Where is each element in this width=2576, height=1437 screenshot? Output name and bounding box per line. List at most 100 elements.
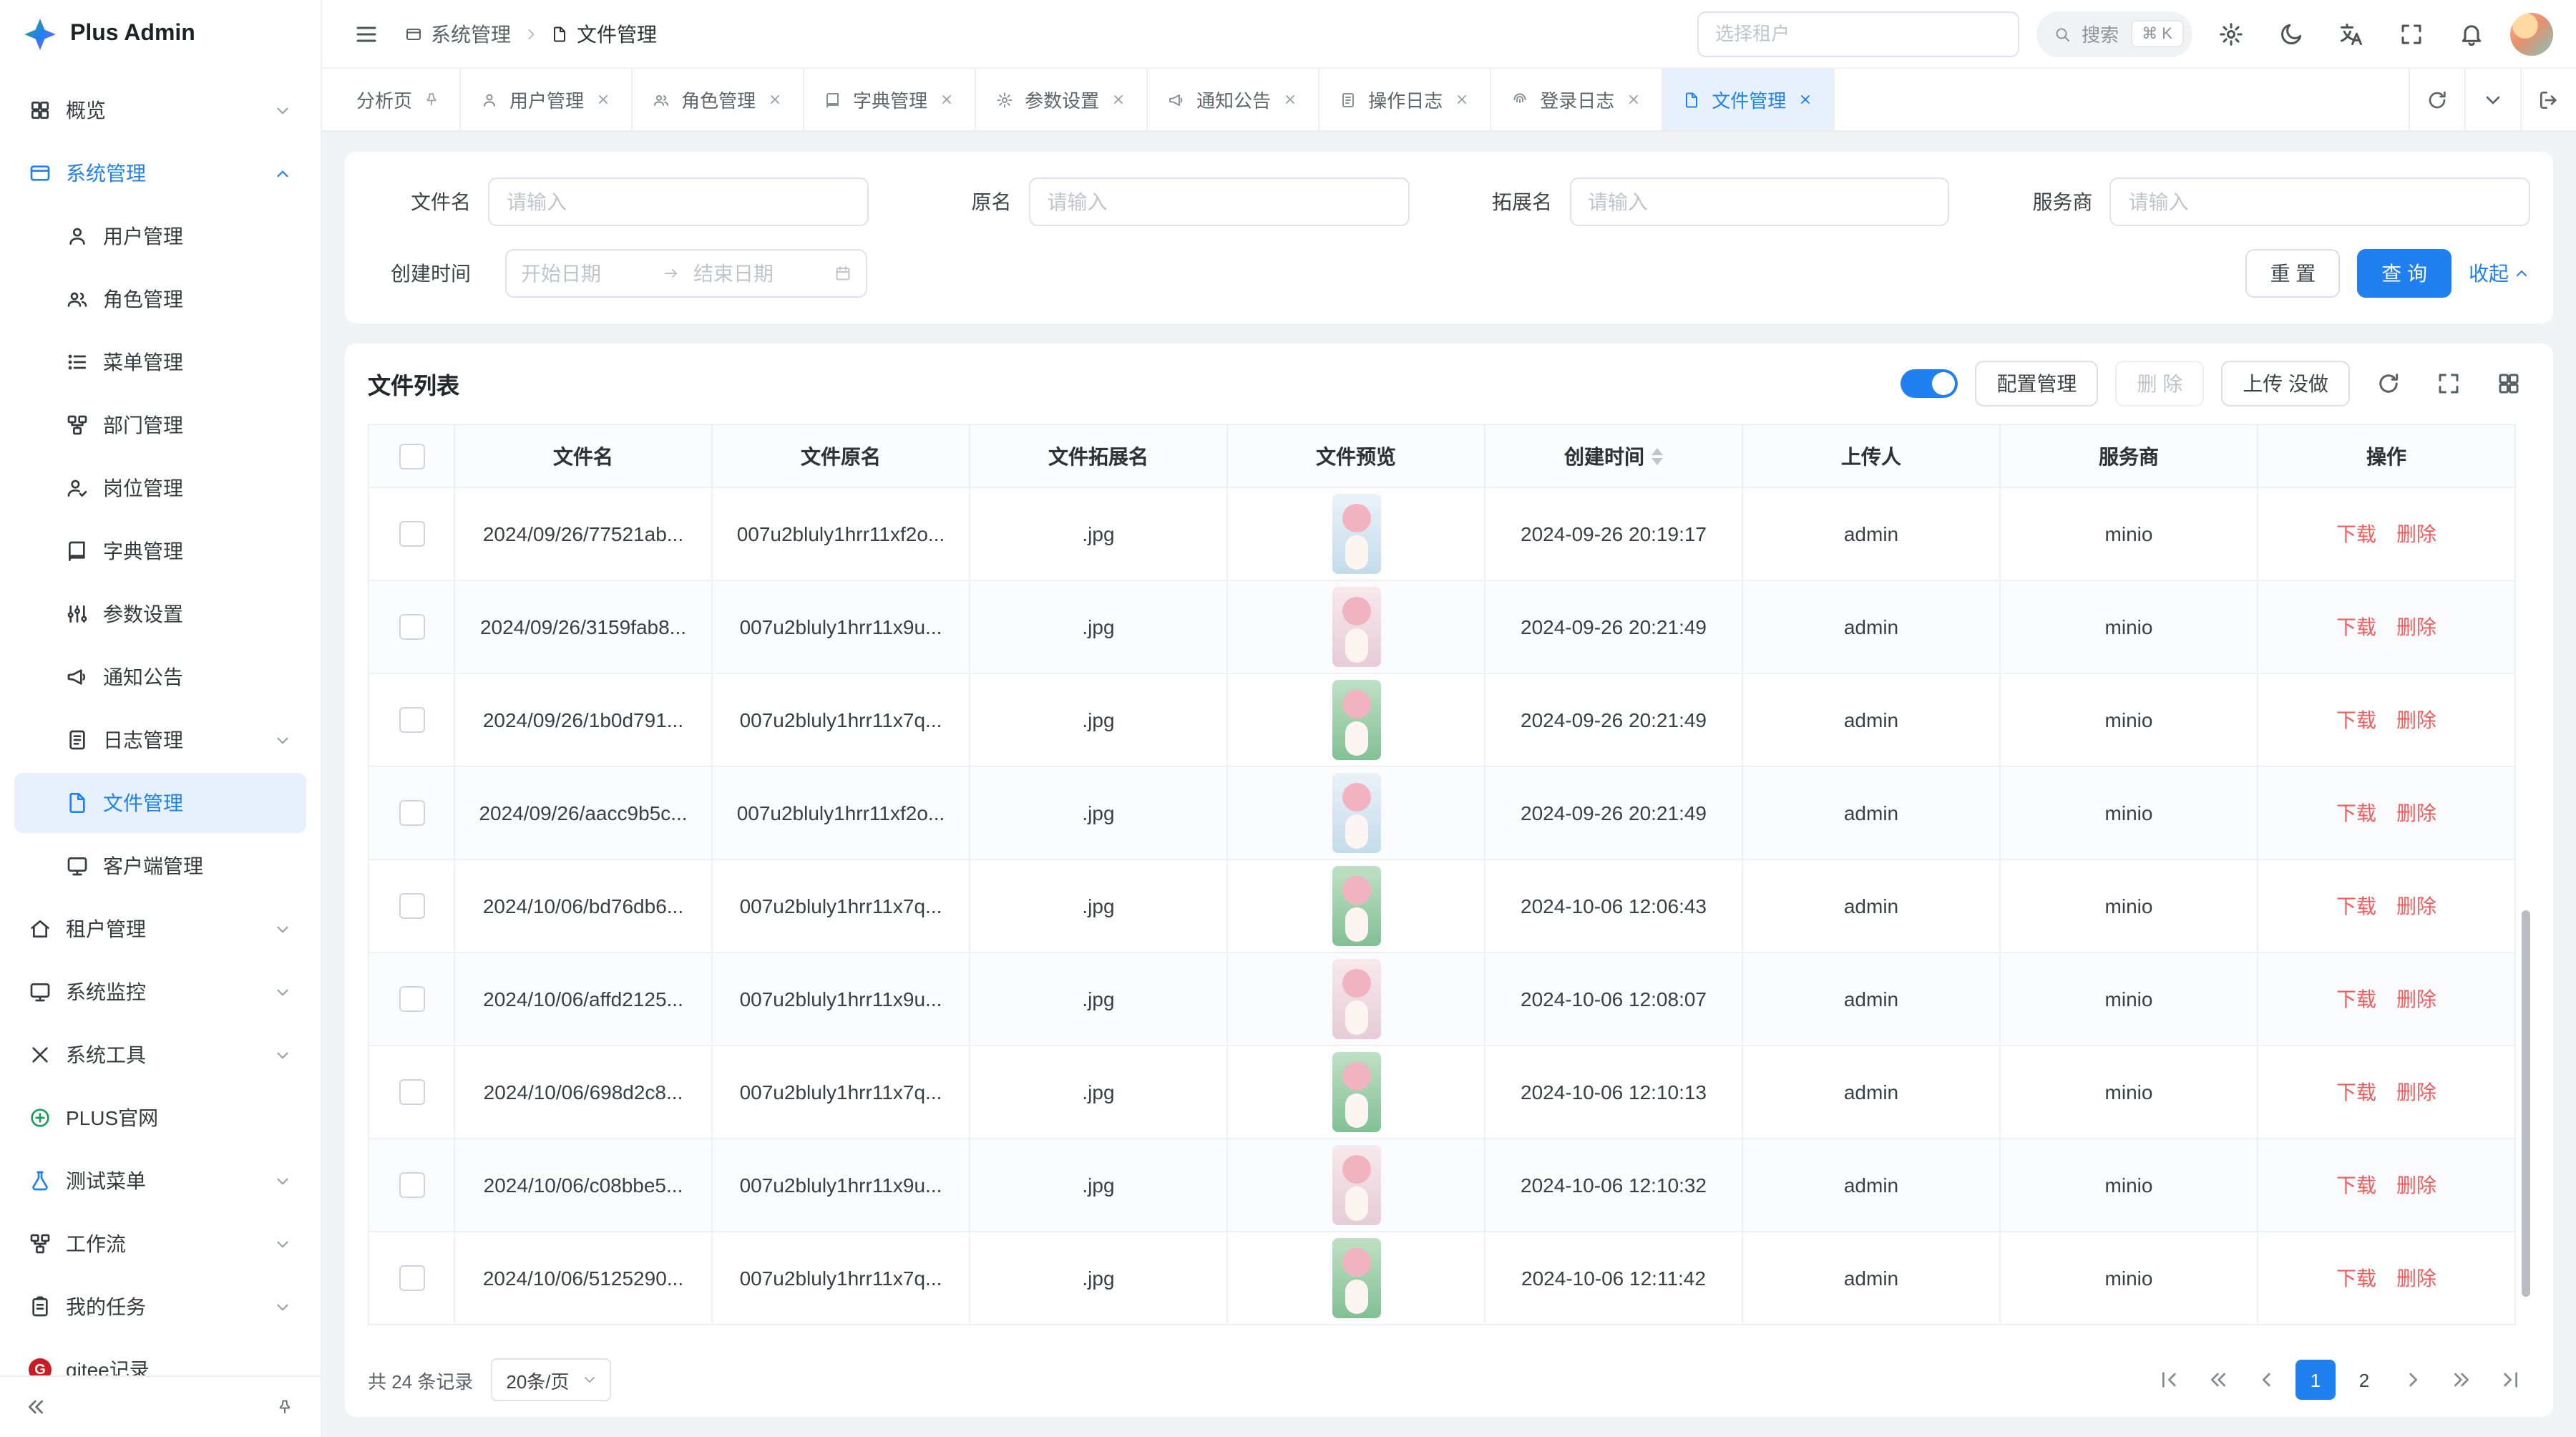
row-checkbox[interactable] bbox=[399, 1079, 424, 1105]
sidebar-item-notice[interactable]: 通知公告 bbox=[14, 647, 306, 707]
delete-link[interactable]: 删除 bbox=[2396, 1174, 2436, 1197]
delete-link[interactable]: 删除 bbox=[2396, 802, 2436, 824]
row-checkbox[interactable] bbox=[399, 614, 424, 640]
close-icon[interactable] bbox=[1797, 92, 1813, 107]
download-link[interactable]: 下载 bbox=[2336, 988, 2376, 1010]
select-all-checkbox[interactable] bbox=[399, 443, 424, 469]
sidebar-item-my-tasks[interactable]: 我的任务 bbox=[14, 1277, 306, 1337]
delete-link[interactable]: 删除 bbox=[2396, 1267, 2436, 1290]
pin-sidebar-button[interactable] bbox=[266, 1388, 303, 1426]
download-link[interactable]: 下载 bbox=[2336, 1174, 2376, 1197]
sidebar-item-department-management[interactable]: 部门管理 bbox=[14, 395, 306, 455]
download-link[interactable]: 下载 bbox=[2336, 1081, 2376, 1104]
download-link[interactable]: 下载 bbox=[2336, 615, 2376, 638]
sidebar-item-dict-management[interactable]: 字典管理 bbox=[14, 521, 306, 581]
close-icon[interactable] bbox=[1111, 92, 1126, 107]
close-icon[interactable] bbox=[595, 92, 611, 107]
file-preview-thumbnail[interactable] bbox=[1332, 1052, 1380, 1132]
fast-next-button[interactable] bbox=[2441, 1360, 2482, 1400]
sidebar-item-system-management[interactable]: 系统管理 bbox=[14, 143, 306, 203]
sidebar-item-log-management[interactable]: 日志管理 bbox=[14, 710, 306, 770]
sidebar-item-tenant-management[interactable]: 租户管理 bbox=[14, 899, 306, 959]
row-checkbox[interactable] bbox=[399, 1265, 424, 1291]
refresh-tab-button[interactable] bbox=[2409, 69, 2464, 130]
delete-link[interactable]: 删除 bbox=[2396, 522, 2436, 545]
file-preview-thumbnail[interactable] bbox=[1332, 1145, 1380, 1225]
row-checkbox[interactable] bbox=[399, 521, 424, 547]
sidebar-item-overview[interactable]: 概览 bbox=[14, 80, 306, 140]
download-link[interactable]: 下载 bbox=[2336, 1267, 2376, 1290]
delete-link[interactable]: 删除 bbox=[2396, 708, 2436, 731]
hamburger-menu-button[interactable] bbox=[345, 12, 388, 55]
config-management-button[interactable]: 配置管理 bbox=[1975, 361, 2098, 406]
row-checkbox[interactable] bbox=[399, 893, 424, 919]
delete-link[interactable]: 删除 bbox=[2396, 988, 2436, 1010]
scrollbar-thumb[interactable] bbox=[2522, 911, 2530, 1297]
close-icon[interactable] bbox=[1454, 92, 1470, 107]
sidebar-item-post-management[interactable]: 岗位管理 bbox=[14, 458, 306, 518]
file-preview-thumbnail[interactable] bbox=[1332, 773, 1380, 853]
sidebar-item-file-management[interactable]: 文件管理 bbox=[14, 773, 306, 833]
filename-input[interactable] bbox=[488, 177, 869, 226]
tab-role-management[interactable]: 角色管理 bbox=[633, 69, 804, 130]
reset-button[interactable]: 重 置 bbox=[2245, 249, 2340, 298]
global-search-button[interactable]: 搜索 ⌘ K bbox=[2036, 11, 2192, 57]
bulk-delete-button[interactable]: 删 除 bbox=[2115, 361, 2204, 406]
column-header-create-time[interactable]: 创建时间 bbox=[1485, 424, 1742, 487]
tab-param-settings[interactable]: 参数设置 bbox=[976, 69, 1148, 130]
query-button[interactable]: 查 询 bbox=[2357, 249, 2451, 298]
file-preview-thumbnail[interactable] bbox=[1332, 866, 1380, 946]
fullscreen-button[interactable] bbox=[2390, 12, 2433, 55]
download-link[interactable]: 下载 bbox=[2336, 895, 2376, 917]
breadcrumb-system-management[interactable]: 系统管理 bbox=[405, 19, 511, 48]
tab-file-management[interactable]: 文件管理 bbox=[1663, 69, 1835, 130]
page-button-2[interactable]: 2 bbox=[2344, 1360, 2384, 1400]
preview-toggle-switch[interactable] bbox=[1901, 369, 1958, 398]
file-preview-thumbnail[interactable] bbox=[1332, 959, 1380, 1039]
sidebar-item-test-menu[interactable]: 测试菜单 bbox=[14, 1151, 306, 1211]
sidebar-item-param-settings[interactable]: 参数设置 bbox=[14, 584, 306, 644]
settings-button[interactable] bbox=[2210, 12, 2253, 55]
tenant-select-input[interactable] bbox=[1697, 11, 2019, 57]
page-size-select[interactable]: 20条/页 bbox=[490, 1358, 610, 1401]
brand[interactable]: Plus Admin bbox=[0, 0, 321, 69]
language-button[interactable] bbox=[2330, 12, 2373, 55]
close-icon[interactable] bbox=[1282, 92, 1298, 107]
tab-operation-log[interactable]: 操作日志 bbox=[1319, 69, 1491, 130]
page-button-1[interactable]: 1 bbox=[2296, 1360, 2336, 1400]
sidebar-item-menu-management[interactable]: 菜单管理 bbox=[14, 332, 306, 392]
upload-button[interactable]: 上传 没做 bbox=[2221, 361, 2350, 406]
sidebar-item-workflow[interactable]: 工作流 bbox=[14, 1214, 306, 1274]
sort-icon[interactable] bbox=[1652, 447, 1663, 464]
dark-mode-button[interactable] bbox=[2270, 12, 2313, 55]
tab-options-button[interactable] bbox=[2464, 69, 2520, 130]
file-preview-thumbnail[interactable] bbox=[1332, 1238, 1380, 1318]
close-icon[interactable] bbox=[1626, 92, 1641, 107]
first-page-button[interactable] bbox=[2150, 1360, 2190, 1400]
file-preview-thumbnail[interactable] bbox=[1332, 494, 1380, 574]
breadcrumb-file-management[interactable]: 文件管理 bbox=[551, 19, 657, 48]
extension-input[interactable] bbox=[1569, 177, 1950, 226]
row-checkbox[interactable] bbox=[399, 800, 424, 826]
refresh-table-button[interactable] bbox=[2367, 362, 2410, 405]
row-checkbox[interactable] bbox=[399, 1172, 424, 1198]
next-page-button[interactable] bbox=[2393, 1360, 2433, 1400]
prev-page-button[interactable] bbox=[2247, 1360, 2287, 1400]
date-range-picker[interactable]: 开始日期 结束日期 bbox=[505, 249, 867, 298]
delete-link[interactable]: 删除 bbox=[2396, 615, 2436, 638]
delete-link[interactable]: 删除 bbox=[2396, 1081, 2436, 1104]
row-checkbox[interactable] bbox=[399, 707, 424, 733]
tab-notice[interactable]: 通知公告 bbox=[1148, 69, 1319, 130]
provider-input[interactable] bbox=[2110, 177, 2531, 226]
table-fullscreen-button[interactable] bbox=[2427, 362, 2470, 405]
sidebar-item-plus-website[interactable]: PLUS官网 bbox=[14, 1088, 306, 1148]
delete-link[interactable]: 删除 bbox=[2396, 895, 2436, 917]
collapse-sidebar-button[interactable] bbox=[17, 1388, 54, 1426]
download-link[interactable]: 下载 bbox=[2336, 802, 2376, 824]
sidebar-item-client-management[interactable]: 客户端管理 bbox=[14, 836, 306, 896]
download-link[interactable]: 下载 bbox=[2336, 708, 2376, 731]
download-link[interactable]: 下载 bbox=[2336, 522, 2376, 545]
sidebar-item-system-tools[interactable]: 系统工具 bbox=[14, 1025, 306, 1085]
notifications-button[interactable] bbox=[2450, 12, 2493, 55]
column-settings-button[interactable] bbox=[2487, 362, 2530, 405]
